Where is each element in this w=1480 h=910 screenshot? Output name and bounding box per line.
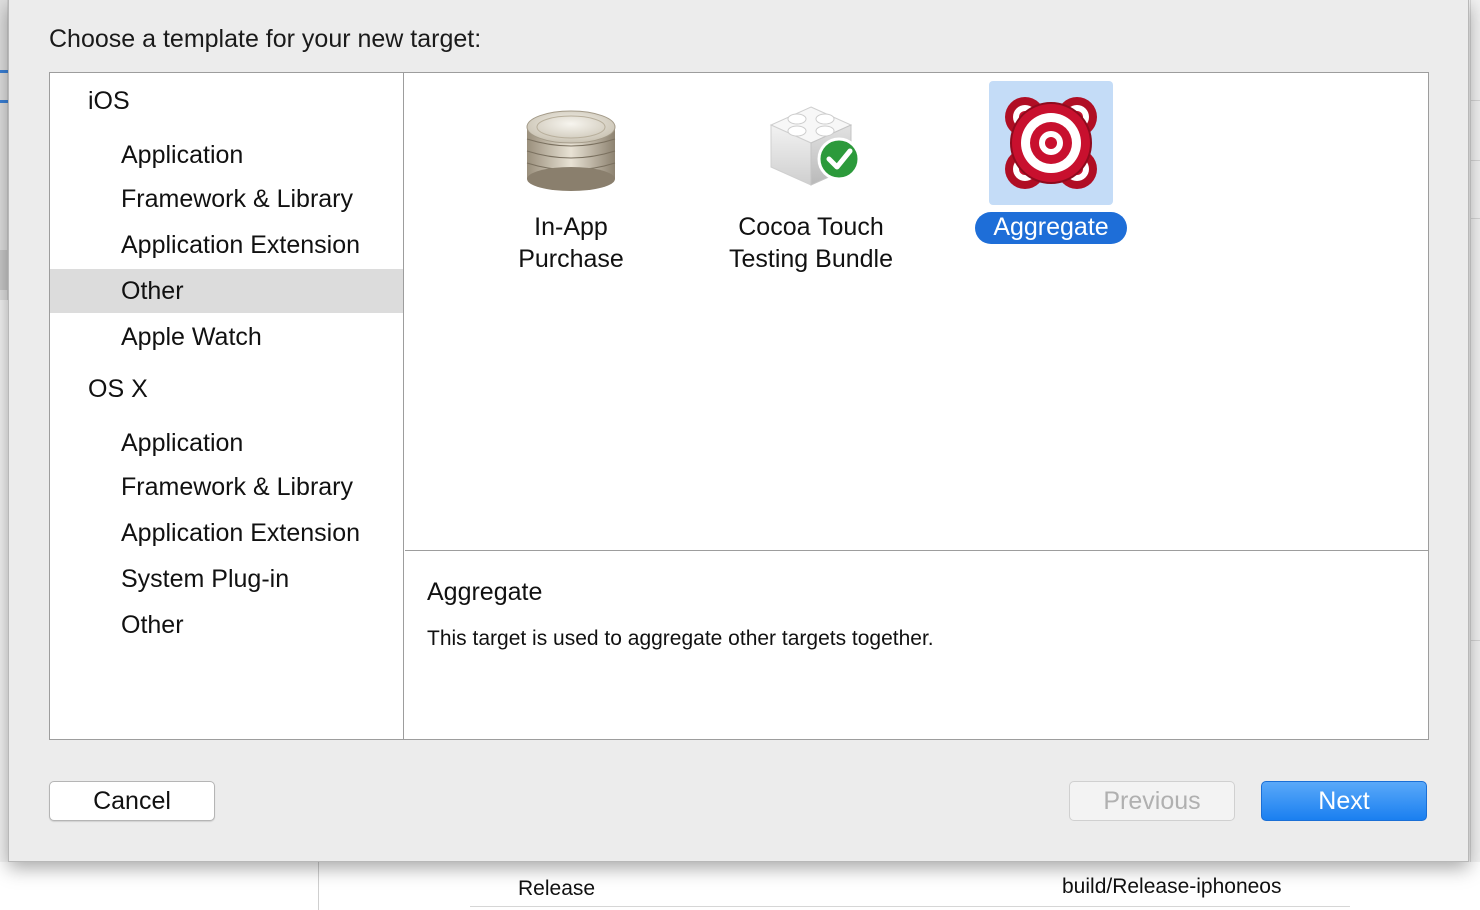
build-path-value: build/Release-iphoneos <box>1062 875 1282 898</box>
divider <box>1471 100 1480 101</box>
background-navigator-edge <box>0 0 8 300</box>
template-label: Cocoa Touch Testing Bundle <box>711 211 911 275</box>
template-label: In-App Purchase <box>471 211 671 275</box>
template-name-line: In-App <box>534 213 608 241</box>
template-name-line: Cocoa Touch <box>738 213 884 241</box>
template-grid: In-App Purchase Cocoa Touch Testing Bund… <box>405 73 1428 551</box>
sidebar-item-osx-other[interactable]: Other <box>50 603 403 647</box>
template-name-line: Testing Bundle <box>728 245 893 273</box>
template-name-line: Purchase <box>518 245 624 273</box>
divider <box>1471 218 1480 219</box>
sheet-prompt: Choose a template for your new target: <box>49 25 482 53</box>
sidebar-item-ios-application[interactable]: Application <box>50 133 403 177</box>
navigator-mark <box>0 70 8 73</box>
divider <box>1471 640 1480 641</box>
target-bullseye-icon <box>989 81 1113 205</box>
next-button[interactable]: Next <box>1261 781 1427 821</box>
build-config-name: Release <box>518 877 596 900</box>
new-target-sheet: Choose a template for your new target: i… <box>8 0 1469 862</box>
previous-button[interactable]: Previous <box>1069 781 1235 821</box>
coins-stack-icon <box>509 81 633 205</box>
divider <box>318 862 319 910</box>
background-right-edge <box>1470 0 1480 862</box>
sidebar-item-osx-application[interactable]: Application <box>50 421 403 465</box>
template-in-app-purchase[interactable]: In-App Purchase <box>471 81 671 275</box>
template-cocoa-touch-testing-bundle[interactable]: Cocoa Touch Testing Bundle <box>711 81 911 275</box>
template-detail: Aggregate This target is used to aggrega… <box>405 552 1428 739</box>
sidebar-item-osx-framework-library[interactable]: Framework & Library <box>50 465 403 509</box>
platform-header-osx: OS X <box>88 375 148 403</box>
sidebar-item-ios-application-extension[interactable]: Application Extension <box>50 223 403 267</box>
divider <box>1471 160 1480 161</box>
sidebar-item-ios-apple-watch[interactable]: Apple Watch <box>50 315 403 359</box>
platform-sidebar: iOS Application Framework & Library Appl… <box>50 73 404 739</box>
platform-header-ios: iOS <box>88 87 130 115</box>
sidebar-item-ios-other[interactable]: Other <box>50 269 403 313</box>
navigator-mark <box>0 100 8 103</box>
sidebar-item-osx-system-plugin[interactable]: System Plug-in <box>50 557 403 601</box>
detail-title: Aggregate <box>427 578 543 606</box>
lego-brick-checkmark-icon <box>749 81 873 205</box>
template-name-selected: Aggregate <box>975 212 1127 244</box>
template-chooser-panel: iOS Application Framework & Library Appl… <box>49 72 1429 740</box>
sidebar-item-ios-framework-library[interactable]: Framework & Library <box>50 177 403 221</box>
sidebar-item-osx-application-extension[interactable]: Application Extension <box>50 511 403 555</box>
navigator-mark <box>0 250 8 290</box>
template-aggregate[interactable]: Aggregate <box>951 81 1151 244</box>
template-label: Aggregate <box>951 211 1151 244</box>
divider <box>470 906 1350 907</box>
detail-description: This target is used to aggregate other t… <box>427 627 934 650</box>
cancel-button[interactable]: Cancel <box>49 781 215 821</box>
